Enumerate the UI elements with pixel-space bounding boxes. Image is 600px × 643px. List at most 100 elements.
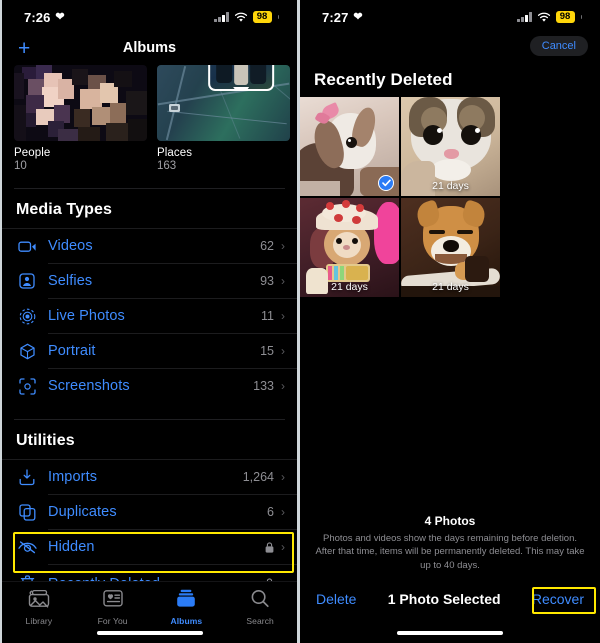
live-photo-icon [16,306,38,326]
row-label: Videos [48,238,93,254]
photo-cell[interactable]: 21 days [401,97,500,196]
tab-search[interactable]: Search [223,589,297,626]
row-label: Duplicates [48,504,117,520]
cellular-bars-icon [517,12,532,22]
video-camera-icon [16,236,38,256]
battery-cap-icon [580,15,582,19]
recently-deleted-navigation-bar: Cancel [300,34,600,64]
portrait-cube-icon [16,341,38,361]
section-title-media-types: Media Types [16,201,112,218]
album-name: Places [157,147,193,159]
photo-cell[interactable] [300,97,399,196]
recover-button[interactable]: Recover [532,591,584,607]
pixelated-faces-image [14,65,147,141]
row-label: Imports [48,469,98,485]
home-indicator[interactable] [397,631,503,635]
album-count: 10 [14,160,27,172]
albums-content: People 10 Places 163 Media Types Videos … [2,62,297,602]
people-thumbnail [14,65,147,141]
retention-description: Photos and videos show the days remainin… [315,532,585,572]
row-videos[interactable]: Videos 62 › [2,229,297,263]
row-hidden[interactable]: Hidden › [2,530,297,564]
lock-icon [265,541,274,553]
days-remaining-label: 21 days [432,180,469,192]
row-duplicates[interactable]: Duplicates 6 › [2,495,297,529]
places-map-thumbnail [157,65,290,141]
status-bar-left: 7:26 ❤ 98 [2,0,297,34]
cancel-button[interactable]: Cancel [529,36,588,56]
chevron-right-icon: › [281,470,285,484]
heart-icon: ❤ [353,10,363,23]
search-magnifier-icon [250,589,270,613]
row-count: 93 [260,274,274,288]
battery-indicator: 98 [252,11,272,23]
selection-action-bar: Delete 1 Photo Selected Recover [300,581,600,643]
tab-library[interactable]: Library [2,589,76,626]
tab-albums[interactable]: Albums [150,589,224,626]
left-phone-screen: 7:26 ❤ 98 + Albums People 10 Places 163 … [0,0,297,643]
row-count: 133 [253,379,274,393]
chevron-right-icon: › [281,309,285,323]
albums-stack-icon [176,589,196,613]
row-label: Live Photos [48,308,125,324]
cellular-bars-icon [214,12,229,22]
album-count: 163 [157,160,177,172]
album-card-places[interactable]: Places 163 [157,65,290,172]
wifi-icon [537,12,551,23]
row-portrait[interactable]: Portrait 15 › [2,334,297,368]
row-count: 11 [261,309,274,323]
row-selfies[interactable]: Selfies 93 › [2,264,297,298]
recently-deleted-footer-info: 4 Photos Photos and videos show the days… [300,514,600,581]
tab-label: For You [97,616,128,626]
dual-screenshot-container: 7:26 ❤ 98 + Albums People 10 Places 163 … [0,0,600,643]
home-indicator[interactable] [96,631,203,635]
library-photos-icon [27,589,51,613]
albums-navigation-bar: + Albums [2,34,297,62]
tab-for-you[interactable]: For You [76,589,150,626]
photo-cell[interactable]: 21 days [401,198,500,297]
tab-label: Library [25,616,53,626]
status-bar-right-group: 98 [214,11,279,23]
battery-cap-icon [277,15,279,19]
page-title: Recently Deleted [314,70,453,89]
row-label: Hidden [48,539,95,555]
row-live-photos[interactable]: Live Photos 11 › [2,299,297,333]
status-bar-right-group: 98 [517,11,582,23]
right-phone-screen: 7:27 ❤ 98 Cancel Recently Deleted 21 day… [297,0,600,643]
row-screenshots[interactable]: Screenshots 133 › [2,369,297,403]
row-count: 62 [260,239,274,253]
photo-cell[interactable]: 21 days [300,198,399,297]
section-title-utilities: Utilities [16,432,75,449]
tab-label: Albums [170,616,203,626]
row-count: 6 [267,505,274,519]
chevron-right-icon: › [281,379,285,393]
album-name: People [14,147,51,159]
chevron-right-icon: › [281,274,285,288]
media-types-list: Videos 62 › Selfies 93 › Live Photos 11 … [2,228,297,403]
bottom-tab-bar: Library For You Albums Search [2,581,297,643]
chevron-right-icon: › [281,540,285,554]
selection-count-label: 1 Photo Selected [387,591,501,607]
duplicates-icon [16,502,38,522]
page-title: Albums [122,40,177,56]
delete-button[interactable]: Delete [316,591,356,607]
row-imports[interactable]: Imports 1,264 › [2,460,297,494]
chevron-right-icon: › [281,505,285,519]
row-label: Portrait [48,343,96,359]
battery-indicator: 98 [555,11,575,23]
selected-check-icon [378,175,394,191]
hidden-eye-icon [16,537,38,557]
album-card-people[interactable]: People 10 [14,65,147,172]
days-remaining-label: 21 days [331,281,368,293]
for-you-card-icon [102,589,123,613]
row-count: 15 [260,344,274,358]
screenshot-icon [16,376,38,396]
row-label: Selfies [48,273,93,289]
chevron-right-icon: › [281,344,285,358]
photo-count-label: 4 Photos [424,513,476,528]
photo-grid: 21 days 21 days 21 days [300,97,600,297]
status-time: 7:26 [24,9,51,25]
selfie-person-icon [16,271,38,291]
chevron-right-icon: › [281,239,285,253]
import-icon [16,467,38,487]
